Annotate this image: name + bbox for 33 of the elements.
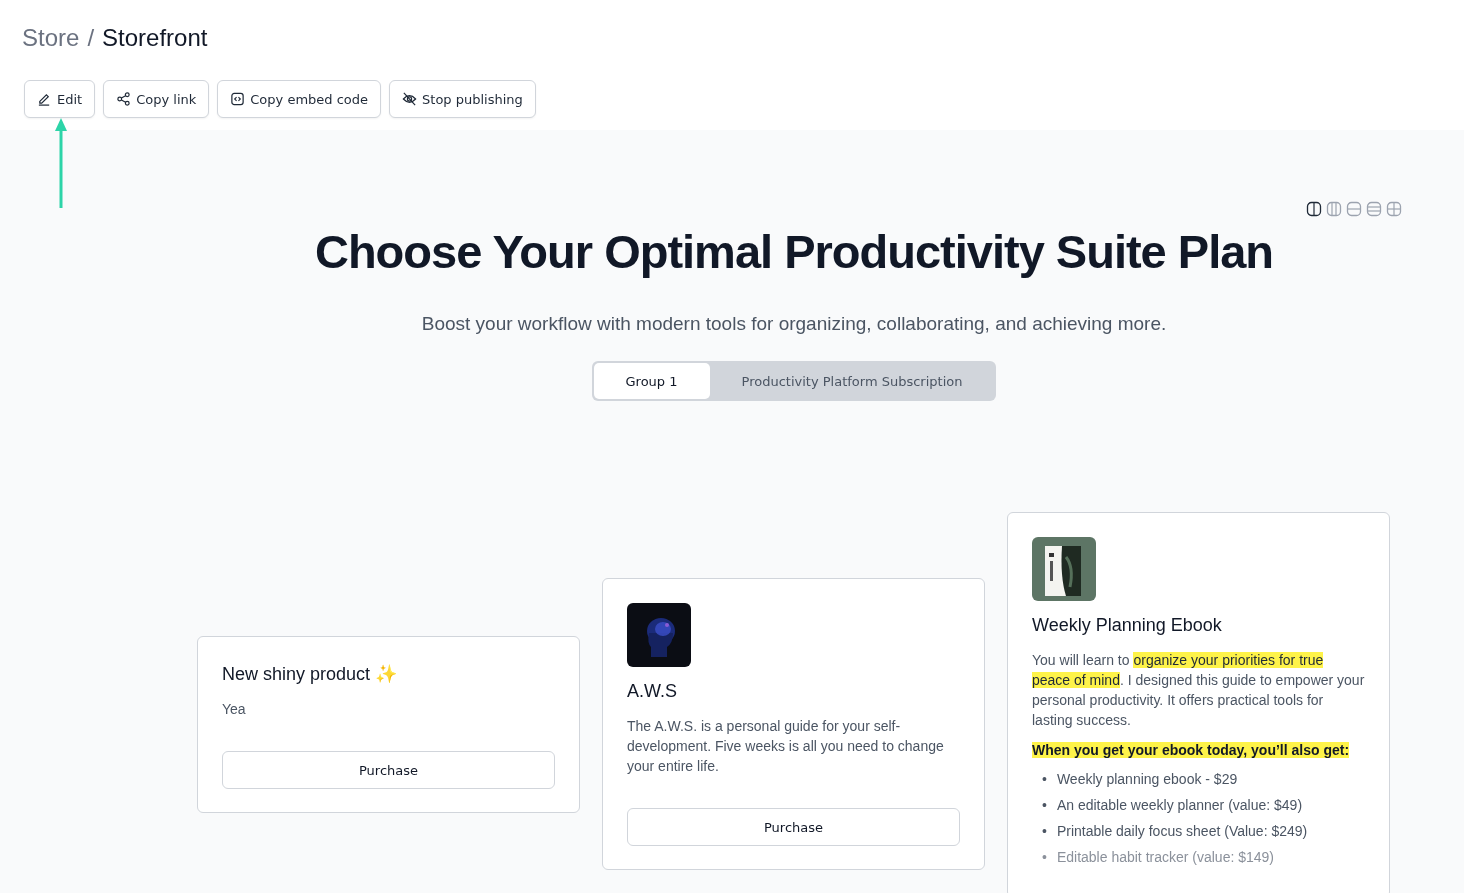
layout-icon[interactable] bbox=[1306, 201, 1322, 217]
bonus-item: Weekly planning ebook - $29 bbox=[1056, 770, 1238, 788]
pen-icon bbox=[37, 91, 52, 107]
breadcrumb-link[interactable]: Store bbox=[22, 24, 80, 52]
bonus-item: Editable habit tracker (value: $149) bbox=[1056, 848, 1275, 866]
product-name: New shiny product ✨ bbox=[222, 663, 399, 685]
breadcrumb-separator: / bbox=[87, 24, 95, 52]
product-description: You will learn to organize your priorities for true peace of mind. I designed this guide to empower your personal productivity. It offers practical tools for lasting success. bbox=[1032, 651, 1365, 730]
purchase-button[interactable]: Purchase bbox=[222, 751, 555, 789]
group-tab[interactable]: Productivity Platform Subscription bbox=[709, 363, 995, 399]
bullet: • bbox=[1042, 822, 1047, 840]
bullet: • bbox=[1042, 848, 1047, 866]
bonus-item: An editable weekly planner (value: $49) bbox=[1056, 796, 1303, 814]
bullet: • bbox=[1042, 770, 1047, 788]
unpublish-button[interactable]: Stop publishing bbox=[389, 80, 536, 118]
share-button[interactable]: Copy link bbox=[103, 80, 210, 118]
subtitle: Boost your workflow with modern tools for organizing, collaborating, and achieving more. bbox=[420, 313, 1168, 335]
purchase-button[interactable]: Purchase bbox=[627, 808, 960, 846]
bullet: • bbox=[1042, 796, 1047, 814]
eye-off-icon bbox=[402, 91, 418, 107]
bonus-item: Printable daily focus sheet (Value: $249) bbox=[1056, 822, 1308, 840]
page-title: Storefront bbox=[102, 24, 208, 52]
product-name: A.W.S bbox=[627, 681, 678, 702]
share-icon bbox=[116, 91, 132, 107]
edit-button[interactable]: Edit bbox=[24, 80, 96, 118]
product-name: Weekly Planning Ebook bbox=[1032, 615, 1223, 636]
headline: Choose Your Optimal Productivity Suite Plan bbox=[313, 224, 1275, 279]
code-icon bbox=[230, 91, 246, 107]
embed-button[interactable]: Copy embed code bbox=[217, 80, 382, 118]
bonus-heading: When you get your ebook today, you’ll also get: bbox=[1032, 742, 1350, 758]
group-tab[interactable]: Group 1 bbox=[593, 363, 710, 399]
product-description: Yea bbox=[222, 700, 247, 719]
product-description: The A.W.S. is a personal guide for your self-development. Five weeks is all you need to change your entire life. bbox=[627, 717, 945, 776]
